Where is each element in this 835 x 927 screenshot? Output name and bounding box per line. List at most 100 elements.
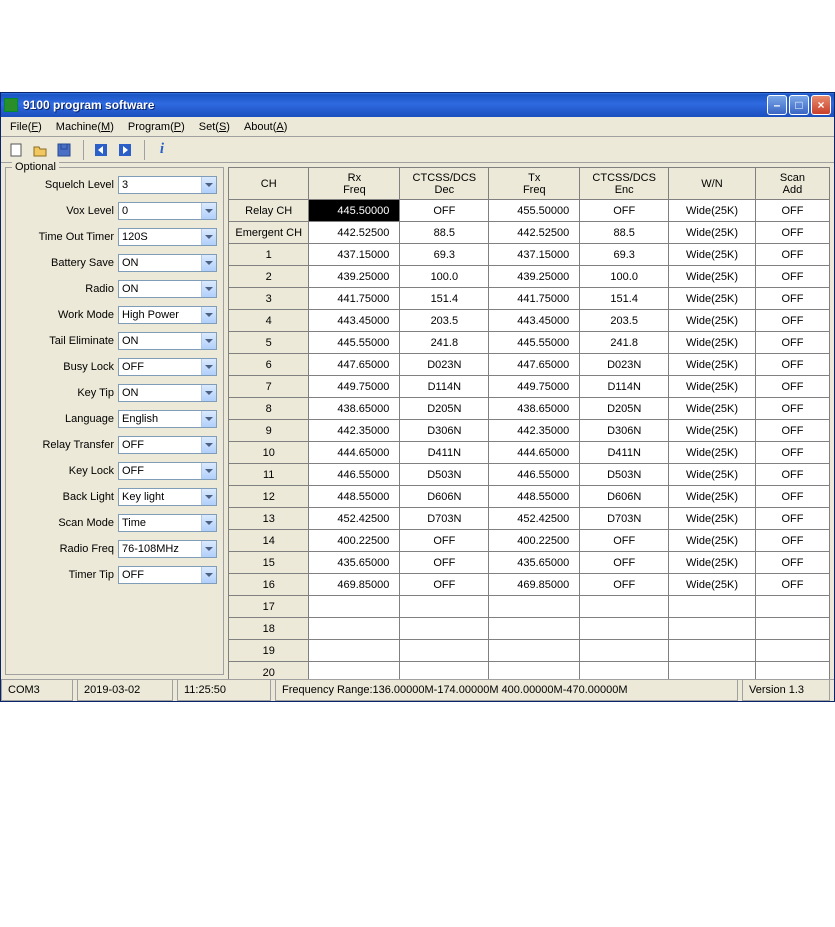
tx-freq-cell[interactable]: 442.52500 [489,222,580,244]
scan-cell[interactable]: OFF [755,398,829,420]
scan-cell[interactable] [755,662,829,680]
save-button[interactable] [53,139,75,161]
enc-cell[interactable] [580,640,669,662]
wn-cell[interactable]: Wide(25K) [669,244,756,266]
dec-cell[interactable]: D023N [400,354,489,376]
rx-freq-cell[interactable]: 446.55000 [309,464,400,486]
menu-program[interactable]: Program(P) [121,119,192,135]
table-row[interactable]: 7449.75000D114N449.75000D114NWide(25K)OF… [229,376,830,398]
tx-freq-cell[interactable]: 447.65000 [489,354,580,376]
wn-cell[interactable]: Wide(25K) [669,222,756,244]
dec-cell[interactable]: OFF [400,200,489,222]
menu-machine[interactable]: Machine(M) [49,119,121,135]
wn-cell[interactable]: Wide(25K) [669,486,756,508]
tx-freq-cell[interactable]: 446.55000 [489,464,580,486]
table-row[interactable]: 3441.75000151.4441.75000151.4Wide(25K)OF… [229,288,830,310]
table-row[interactable]: Emergent CH442.5250088.5442.5250088.5Wid… [229,222,830,244]
table-row[interactable]: 17 [229,596,830,618]
tx-freq-cell[interactable]: 445.55000 [489,332,580,354]
scan-cell[interactable]: OFF [755,574,829,596]
scan-cell[interactable]: OFF [755,552,829,574]
enc-cell[interactable]: OFF [580,200,669,222]
column-scan-add[interactable]: ScanAdd [755,168,829,200]
dec-cell[interactable]: D114N [400,376,489,398]
column-ctcss-dcs-enc[interactable]: CTCSS/DCSEnc [580,168,669,200]
scan-cell[interactable]: OFF [755,530,829,552]
dec-cell[interactable]: OFF [400,530,489,552]
wn-cell[interactable]: Wide(25K) [669,442,756,464]
scan-cell[interactable]: OFF [755,376,829,398]
row-header[interactable]: 20 [229,662,309,680]
tx-freq-cell[interactable]: 452.42500 [489,508,580,530]
rx-freq-cell[interactable]: 452.42500 [309,508,400,530]
enc-cell[interactable]: 100.0 [580,266,669,288]
radio-freq-combo[interactable]: 76-108MHz [118,540,217,558]
enc-cell[interactable] [580,618,669,640]
maximize-button[interactable]: □ [789,95,809,115]
row-header[interactable]: 4 [229,310,309,332]
dec-cell[interactable]: D411N [400,442,489,464]
dec-cell[interactable]: OFF [400,574,489,596]
dec-cell[interactable]: D503N [400,464,489,486]
table-row[interactable]: 13452.42500D703N452.42500D703NWide(25K)O… [229,508,830,530]
back-light-combo[interactable]: Key light [118,488,217,506]
tx-freq-cell[interactable]: 438.65000 [489,398,580,420]
dec-cell[interactable] [400,662,489,680]
dec-cell[interactable]: D703N [400,508,489,530]
scan-cell[interactable]: OFF [755,310,829,332]
scan-cell[interactable] [755,640,829,662]
scan-cell[interactable]: OFF [755,266,829,288]
rx-freq-cell[interactable]: 445.50000 [309,200,400,222]
wn-cell[interactable]: Wide(25K) [669,530,756,552]
scan-cell[interactable]: OFF [755,244,829,266]
wn-cell[interactable]: Wide(25K) [669,420,756,442]
tx-freq-cell[interactable] [489,662,580,680]
read-button[interactable] [90,139,112,161]
table-row[interactable]: 19 [229,640,830,662]
table-row[interactable]: 16469.85000OFF469.85000OFFWide(25K)OFF [229,574,830,596]
enc-cell[interactable]: D205N [580,398,669,420]
squelch-level-combo[interactable]: 3 [118,176,217,194]
scan-cell[interactable]: OFF [755,464,829,486]
enc-cell[interactable] [580,596,669,618]
row-header[interactable]: 13 [229,508,309,530]
wn-cell[interactable]: Wide(25K) [669,508,756,530]
row-header[interactable]: 5 [229,332,309,354]
scan-cell[interactable]: OFF [755,354,829,376]
column-rx-freq[interactable]: RxFreq [309,168,400,200]
table-row[interactable]: 4443.45000203.5443.45000203.5Wide(25K)OF… [229,310,830,332]
tx-freq-cell[interactable]: 449.75000 [489,376,580,398]
table-row[interactable]: 20 [229,662,830,680]
scan-cell[interactable]: OFF [755,332,829,354]
row-header[interactable]: Relay CH [229,200,309,222]
rx-freq-cell[interactable]: 442.35000 [309,420,400,442]
language-combo[interactable]: English [118,410,217,428]
rx-freq-cell[interactable]: 441.75000 [309,288,400,310]
scan-cell[interactable]: OFF [755,486,829,508]
dec-cell[interactable]: 203.5 [400,310,489,332]
enc-cell[interactable]: 241.8 [580,332,669,354]
scan-cell[interactable] [755,618,829,640]
enc-cell[interactable]: OFF [580,552,669,574]
rx-freq-cell[interactable]: 438.65000 [309,398,400,420]
rx-freq-cell[interactable]: 443.45000 [309,310,400,332]
dec-cell[interactable]: D606N [400,486,489,508]
dec-cell[interactable]: OFF [400,552,489,574]
enc-cell[interactable]: D606N [580,486,669,508]
row-header[interactable]: 15 [229,552,309,574]
table-row[interactable]: 15435.65000OFF435.65000OFFWide(25K)OFF [229,552,830,574]
rx-freq-cell[interactable]: 448.55000 [309,486,400,508]
scan-cell[interactable]: OFF [755,442,829,464]
wn-cell[interactable]: Wide(25K) [669,552,756,574]
scan-cell[interactable]: OFF [755,420,829,442]
dec-cell[interactable]: D205N [400,398,489,420]
enc-cell[interactable] [580,662,669,680]
tx-freq-cell[interactable]: 437.15000 [489,244,580,266]
dec-cell[interactable]: 88.5 [400,222,489,244]
enc-cell[interactable]: 203.5 [580,310,669,332]
key-tip-combo[interactable]: ON [118,384,217,402]
row-header[interactable]: 8 [229,398,309,420]
table-row[interactable]: 14400.22500OFF400.22500OFFWide(25K)OFF [229,530,830,552]
table-row[interactable]: Relay CH445.50000OFF455.50000OFFWide(25K… [229,200,830,222]
open-button[interactable] [29,139,51,161]
